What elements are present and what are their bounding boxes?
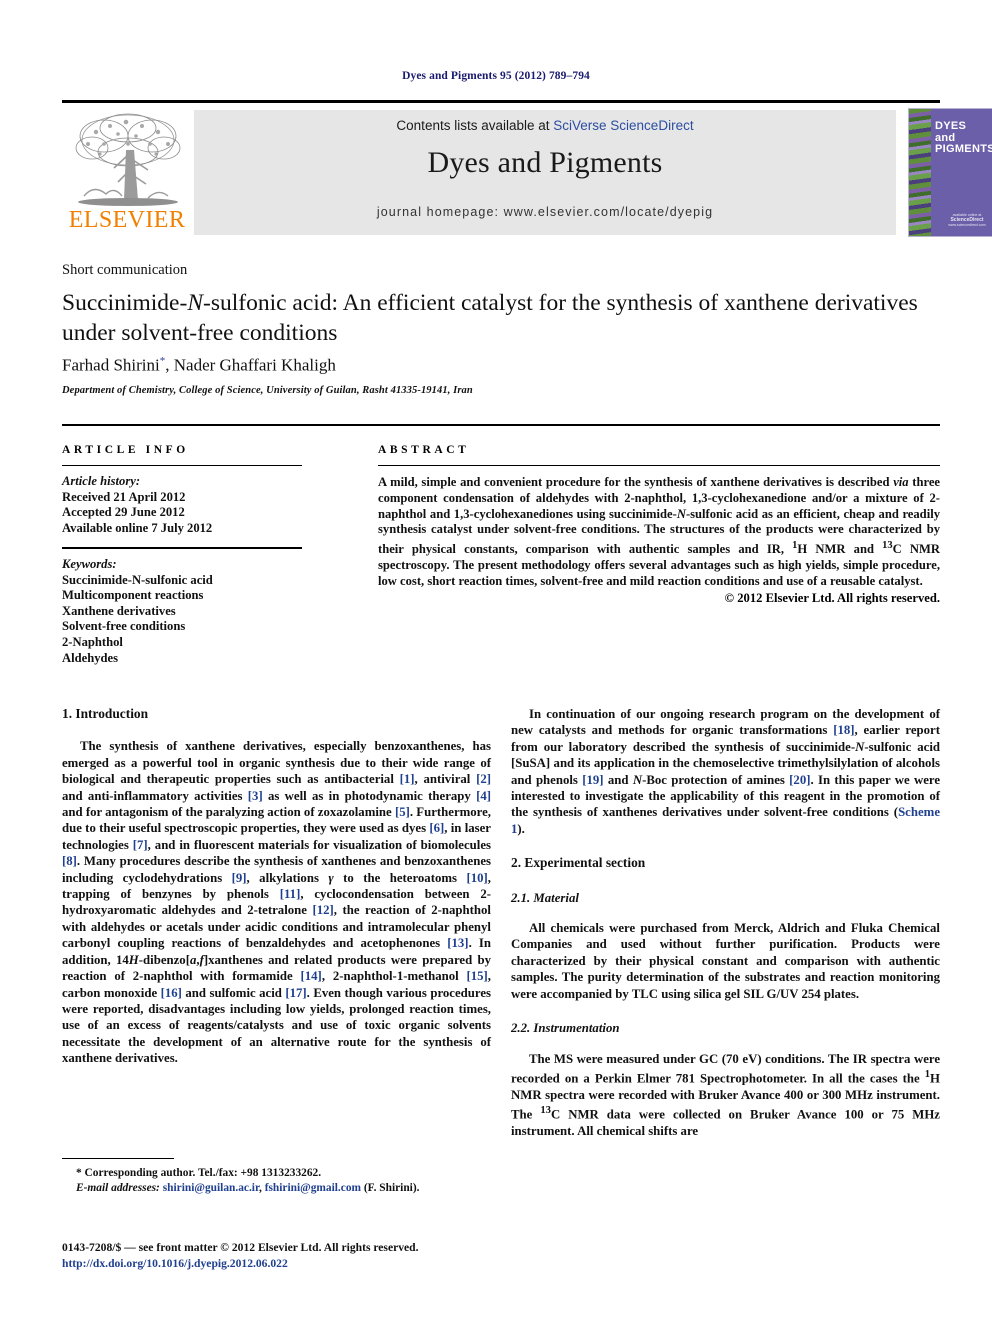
sciencedirect-link[interactable]: SciVerse ScienceDirect [553, 118, 693, 133]
abstract-underline [378, 465, 940, 466]
article-info-heading: ARTICLE INFO [62, 444, 189, 456]
title-part-1: Succinimide- [62, 290, 188, 316]
citation-ref[interactable]: [15] [466, 969, 487, 983]
heading-introduction: 1. Introduction [62, 706, 149, 721]
contents-available-line: Contents lists available at SciVerse Sci… [194, 118, 896, 133]
cover-title: DYES and PIGMENTS [935, 120, 992, 156]
author-affiliation: Department of Chemistry, College of Scie… [62, 385, 473, 396]
contents-panel: Contents lists available at SciVerse Sci… [194, 110, 896, 235]
journal-masthead: ELSEVIER Contents lists available at Sci… [62, 100, 992, 238]
abstract-text-a: A mild, simple and convenient procedure … [378, 475, 894, 489]
cover-title-line3: PIGMENTS [935, 143, 992, 155]
abstract-text: A mild, simple and convenient procedure … [378, 475, 940, 590]
citation-ref[interactable]: [7] [133, 838, 148, 852]
citation-ref[interactable]: [2] [476, 772, 491, 786]
abstract-via: via [893, 475, 909, 489]
citation-ref[interactable]: [19] [582, 773, 603, 787]
citation-ref[interactable]: [4] [476, 789, 491, 803]
citation-ref[interactable]: [16] [161, 986, 182, 1000]
history-online: Available online 7 July 2012 [62, 520, 213, 535]
email-line: E-mail addresses: shirini@guilan.ac.ir, … [76, 1181, 420, 1194]
author-primary: Farhad Shirini [62, 355, 160, 375]
citation-ref[interactable]: [11] [280, 887, 301, 901]
citation-ref[interactable]: [9] [232, 871, 247, 885]
title-italic-n: N [187, 290, 203, 316]
citation-ref[interactable]: [6] [429, 821, 444, 835]
intro-paragraph-2: In continuation of our ongoing research … [511, 707, 941, 836]
journal-cover-thumbnail: DYES and PIGMENTS available online at Sc… [908, 108, 992, 237]
imprint-front-matter: 0143-7208/$ — see front matter © 2012 El… [62, 1241, 419, 1254]
keywords-label: Keywords: [62, 556, 117, 571]
citation-ref[interactable]: [3] [248, 789, 263, 803]
citation-ref[interactable]: [1] [400, 772, 415, 786]
doi-link[interactable]: http://dx.doi.org/10.1016/j.dyepig.2012.… [62, 1256, 622, 1272]
heading-instrumentation: 2.2. Instrumentation [511, 1021, 620, 1036]
citation-ref[interactable]: [17] [285, 986, 306, 1000]
email-owner: (F. Shirini). [363, 1181, 420, 1194]
citation-ref[interactable]: [8] [62, 854, 77, 868]
article-history-block: Article history: Received 21 April 2012 … [62, 474, 302, 536]
citation-ref[interactable]: [10] [466, 871, 487, 885]
email-link-1[interactable]: shirini@guilan.ac.ir [163, 1182, 259, 1194]
body-column-left: 1. Introduction The synthesis of xanthen… [62, 706, 491, 1067]
article-info-underline [62, 465, 302, 466]
footnote-block: * Corresponding author. Tel./fax: +98 13… [62, 1166, 491, 1195]
journal-homepage-link[interactable]: journal homepage: www.elsevier.com/locat… [194, 205, 896, 219]
instrumentation-paragraph: The MS were measured under GC (70 eV) co… [511, 1051, 940, 1138]
history-received: Received 21 April 2012 [62, 489, 186, 504]
cover-footer-url: www.sciencedirect.com [948, 223, 986, 227]
elsevier-wordmark: ELSEVIER [68, 207, 186, 233]
masthead-top-rule [62, 100, 940, 103]
keyword-item: 2-Naphthol [62, 634, 123, 649]
intro-paragraph-1: The synthesis of xanthene derivatives, e… [62, 739, 492, 1066]
elsevier-logo: ELSEVIER [64, 108, 190, 236]
article-doctype: Short communication [62, 262, 188, 278]
heading-experimental-section: 2. Experimental section [511, 855, 646, 871]
keyword-item: Aldehydes [62, 650, 118, 665]
imprint-block: 0143-7208/$ — see front matter © 2012 El… [62, 1240, 622, 1271]
keywords-divider [62, 547, 302, 549]
journal-title: Dyes and Pigments [427, 146, 663, 179]
citation-ref[interactable]: [12] [312, 903, 333, 917]
cover-title-line1: DYES [935, 120, 967, 132]
citation-ref[interactable]: [13] [447, 936, 468, 950]
body-column-right: In continuation of our ongoing research … [511, 706, 940, 1139]
citation-ref[interactable]: [5] [395, 805, 410, 819]
contents-prefix: Contents lists available at [396, 118, 554, 133]
abstract-text-b: three component condensation of aldehyde… [378, 475, 941, 588]
abstract-copyright: © 2012 Elsevier Ltd. All rights reserved… [724, 590, 940, 605]
paper-page: Dyes and Pigments 95 (2012) 789–794 ELSE… [0, 0, 992, 1323]
citation-ref[interactable]: [20] [789, 773, 810, 787]
cover-footer: available online at ScienceDirect www.sc… [939, 213, 992, 228]
citation-ref[interactable]: [18] [833, 723, 854, 737]
keyword-item: Xanthene derivatives [62, 603, 176, 618]
keyword-item: Solvent-free conditions [62, 619, 186, 634]
author-secondary: , Nader Ghaffari Khaligh [165, 355, 336, 375]
heading-material: 2.1. Material [511, 890, 579, 905]
author-list: Farhad Shirini*, Nader Ghaffari Khaligh [62, 355, 940, 376]
elsevier-tree-icon [70, 110, 186, 206]
article-history-label: Article history: [62, 474, 141, 488]
email-link-2[interactable]: fshirini@gmail.com [265, 1182, 361, 1194]
article-info-column: ARTICLE INFO Article history: Received 2… [62, 444, 302, 666]
scheme-link[interactable]: Scheme 1 [511, 805, 940, 835]
keyword-item: Succinimide-N-sulfonic acid [62, 572, 213, 587]
email-label: E-mail addresses: [76, 1181, 160, 1194]
cover-marble-pattern [909, 109, 931, 236]
info-section-rule [62, 424, 940, 426]
running-head: Dyes and Pigments 95 (2012) 789–794 [402, 70, 590, 82]
abstract-heading: ABSTRACT [378, 444, 470, 456]
keywords-block: Keywords: Succinimide-N-sulfonic acid Mu… [62, 557, 302, 666]
corresponding-author-note: * Corresponding author. Tel./fax: +98 13… [76, 1167, 322, 1179]
material-paragraph: All chemicals were purchased from Merck,… [511, 921, 940, 1001]
page-title: Succinimide-N-sulfonic acid: An efficien… [62, 288, 940, 348]
footnote-rule [62, 1158, 174, 1159]
abstract-column: ABSTRACT A mild, simple and convenient p… [378, 444, 940, 606]
history-accepted: Accepted 29 June 2012 [62, 505, 185, 520]
keyword-item: Multicomponent reactions [62, 588, 204, 603]
citation-ref[interactable]: [14] [301, 969, 322, 983]
